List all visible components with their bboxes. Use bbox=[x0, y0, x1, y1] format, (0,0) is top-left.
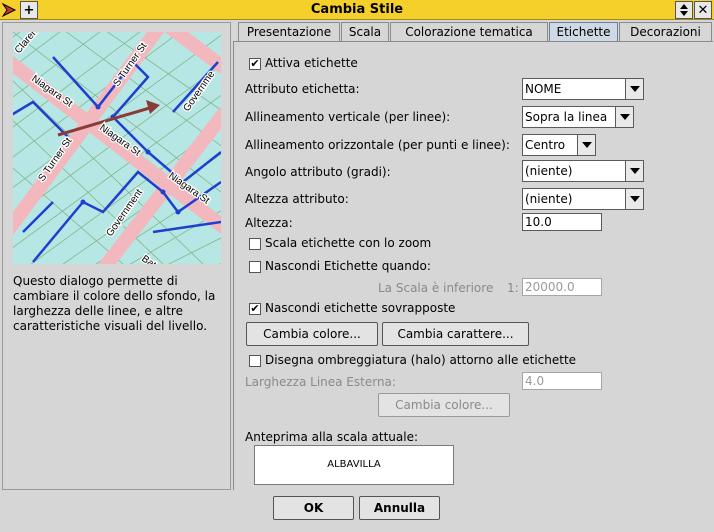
scale-with-zoom-label: Scala etichette con lo zoom bbox=[265, 236, 432, 250]
enable-labels-label: Attiva etichette bbox=[265, 56, 358, 70]
tab-decorazioni[interactable]: Decorazioni bbox=[619, 22, 712, 42]
vertical-alignment-select[interactable]: Sopra la linea bbox=[522, 106, 634, 128]
label-preview-box: ALBAVILLA bbox=[254, 445, 454, 485]
hide-labels-when-label: Nascondi Etichette quando: bbox=[265, 259, 431, 273]
ok-button[interactable]: OK bbox=[273, 496, 354, 520]
outline-width-label: Larghezza Linea Esterna: bbox=[245, 375, 396, 389]
scale-with-zoom-checkbox[interactable] bbox=[249, 238, 261, 250]
height-attribute-label: Altezza attributo: bbox=[245, 192, 349, 206]
chevron-down-icon[interactable] bbox=[615, 107, 633, 127]
height-attribute-value: (niente) bbox=[525, 192, 573, 206]
map-preview: Claren Niagara St S Turner St Governme N… bbox=[13, 32, 221, 264]
dialog-description: Questo dialogo permette di cambiare il c… bbox=[13, 274, 216, 333]
left-info-panel: Claren Niagara St S Turner St Governme N… bbox=[2, 22, 231, 490]
enable-labels-checkbox[interactable]: ✔ bbox=[249, 58, 261, 70]
tab-colorazione-tematica[interactable]: Colorazione tematica bbox=[390, 22, 548, 42]
height-label: Altezza: bbox=[245, 216, 293, 230]
chevron-down-icon[interactable] bbox=[625, 79, 643, 99]
vertical-alignment-value: Sopra la linea bbox=[525, 110, 608, 124]
outline-width-input[interactable]: 4.0 bbox=[522, 372, 602, 390]
window-title: Cambia Stile bbox=[310, 2, 404, 17]
cancel-button[interactable]: Annulla bbox=[359, 496, 440, 520]
hide-overlapping-checkbox[interactable]: ✔ bbox=[249, 303, 261, 315]
change-font-button[interactable]: Cambia carattere... bbox=[382, 322, 529, 346]
scale-lower-input[interactable]: 20000.0 bbox=[522, 278, 602, 296]
height-input[interactable]: 10.0 bbox=[522, 213, 602, 231]
chevron-down-icon[interactable] bbox=[625, 161, 643, 181]
tab-etichette[interactable]: Etichette bbox=[549, 22, 618, 41]
scale-prefix: 1: bbox=[507, 281, 519, 295]
label-attribute-label: Attributo etichetta: bbox=[245, 82, 360, 96]
angle-attribute-select[interactable]: (niente) bbox=[522, 160, 644, 182]
angle-attribute-label: Angolo attributo (gradi): bbox=[245, 165, 391, 179]
hide-overlapping-label: Nascondi etichette sovrapposte bbox=[265, 301, 456, 315]
horizontal-alignment-select[interactable]: Centro bbox=[522, 134, 596, 156]
horizontal-alignment-value: Centro bbox=[525, 138, 566, 152]
hide-labels-when-checkbox[interactable] bbox=[249, 261, 261, 273]
close-icon[interactable]: ✕ bbox=[694, 1, 712, 19]
change-color-button[interactable]: Cambia colore... bbox=[246, 322, 378, 346]
label-attribute-value: NOME bbox=[525, 82, 562, 96]
horizontal-alignment-label: Allineamento orizzontale (per punti e li… bbox=[245, 138, 510, 152]
tab-presentazione[interactable]: Presentazione bbox=[238, 22, 340, 42]
title-bar: + Cambia Stile ✕ bbox=[0, 0, 714, 20]
scale-lower-label: La Scala è inferiore bbox=[378, 281, 494, 295]
arrow-updown-icon[interactable] bbox=[675, 1, 693, 19]
draw-halo-checkbox[interactable] bbox=[249, 355, 261, 367]
halo-color-button[interactable]: Cambia colore... bbox=[378, 393, 510, 417]
chevron-down-icon[interactable] bbox=[577, 135, 595, 155]
label-attribute-select[interactable]: NOME bbox=[522, 78, 644, 100]
angle-attribute-value: (niente) bbox=[525, 164, 573, 178]
draw-halo-label: Disegna ombreggiatura (halo) attorno all… bbox=[265, 353, 577, 367]
height-attribute-select[interactable]: (niente) bbox=[522, 188, 644, 210]
vertical-alignment-label: Allineamento verticale (per linee): bbox=[245, 110, 451, 124]
preview-label: Anteprima alla scala attuale: bbox=[245, 430, 419, 444]
chevron-down-icon[interactable] bbox=[625, 189, 643, 209]
tab-scala[interactable]: Scala bbox=[341, 22, 389, 42]
